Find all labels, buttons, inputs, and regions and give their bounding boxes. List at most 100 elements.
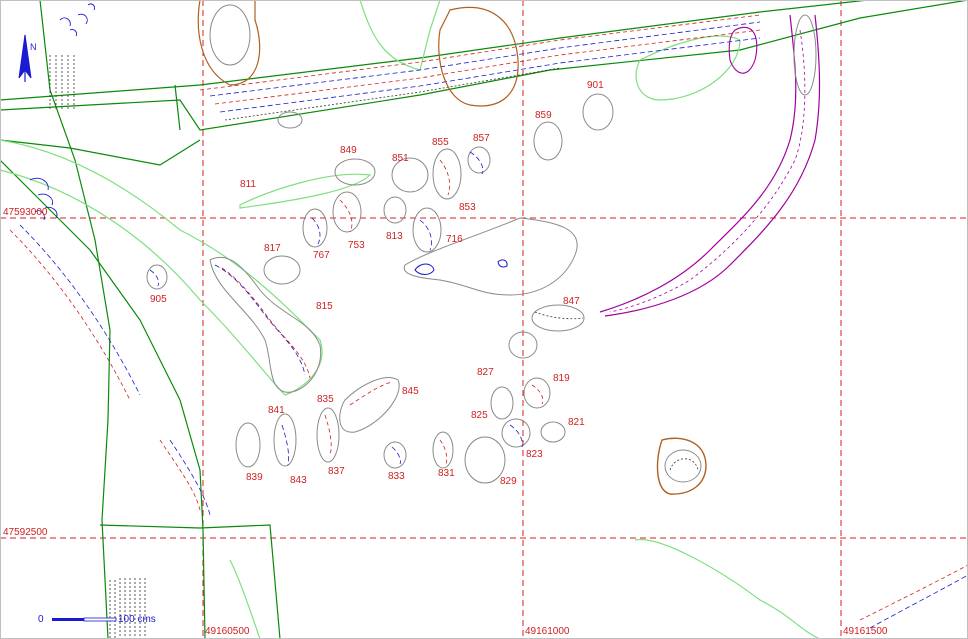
hatch-blue-se: [869, 574, 968, 629]
north-arrow-icon: N: [18, 34, 37, 82]
hatch-red-2: [214, 29, 761, 105]
feature-829-outline: [464, 436, 506, 484]
north-arrow-label: N: [30, 42, 37, 52]
feature-label-905: 905: [150, 294, 167, 305]
hatch-red-west-1: [9, 229, 131, 401]
blue-find-716b: [497, 259, 508, 268]
grid-label-y2: 47592500: [3, 527, 48, 538]
feature-label-857: 857: [473, 133, 490, 144]
hatch-855: [439, 159, 450, 196]
feature-849-outline: [334, 158, 376, 186]
feature-821-outline: [540, 421, 566, 443]
hatch-blue-2: [219, 37, 761, 113]
hatch-815-red: [221, 267, 311, 379]
feature-label-767: 767: [313, 250, 330, 261]
hatch-835: [324, 414, 332, 456]
hatch-823: [509, 424, 523, 448]
hatch-blue-west-1: [19, 224, 141, 396]
scale-bar: 0 100 cms: [38, 614, 156, 625]
feature-label-823: 823: [526, 449, 543, 460]
feature-label-831: 831: [438, 468, 455, 479]
hatch-831: [439, 439, 448, 465]
hatch-841: [281, 424, 290, 466]
hatch-753: [339, 199, 353, 233]
grid-label-x1: 49160500: [205, 626, 250, 637]
brown-outline-top-left: [197, 0, 261, 86]
grid-coordinate-labels: 49160500 49161000 49161500 47593000 4759…: [3, 207, 888, 637]
hatch-blue-west-2: [169, 439, 211, 516]
feature-label-815: 815: [316, 301, 333, 312]
ditch-edge-b: [604, 14, 821, 317]
feature-839-outline: [235, 422, 261, 468]
ditch-hatch: [609, 29, 806, 313]
trench-cross-line: [0, 139, 201, 166]
feature-label-845: 845: [402, 386, 419, 397]
feature-813-outline: [383, 196, 407, 224]
feature-label-716: 716: [446, 234, 463, 245]
hatch-833: [391, 446, 401, 465]
feature-819-outline: [523, 377, 551, 409]
scale-bar-end-label: 100 cms: [118, 614, 156, 625]
blue-find-716: [414, 263, 435, 275]
feature-label-901: 901: [587, 80, 604, 91]
ditch-edge-a: [599, 14, 797, 313]
feature-label-853: 853: [459, 202, 476, 213]
feature-label-811: 811: [240, 179, 256, 190]
blue-finds-cluster-nw: [59, 3, 95, 37]
hatch-se: [669, 458, 699, 471]
trench-edge-lower: [0, 0, 968, 131]
hatch-845: [349, 381, 393, 406]
hatch-819: [531, 384, 544, 405]
scale-bar-start-label: 0: [38, 614, 44, 625]
hatch-red-1: [199, 14, 761, 91]
feature-label-753: 753: [348, 240, 365, 251]
feature-823-outline: [501, 418, 531, 448]
feature-label-841: 841: [268, 405, 285, 416]
feature-716-outline: [403, 217, 578, 296]
feature-label-837: 837: [328, 466, 345, 477]
trench-hatching: [9, 14, 968, 639]
feature-716a-outline: [412, 207, 442, 253]
green-outline-811: [239, 173, 372, 209]
hatch-black-south: [109, 578, 146, 639]
feature-label-813: 813: [386, 231, 403, 242]
feature-859-outline: [533, 121, 563, 161]
feature-845-outline: [339, 377, 400, 433]
hatch-red-se: [859, 564, 968, 621]
hatch-767: [311, 217, 321, 245]
trench-stub: [174, 84, 181, 131]
feature-901-outline: [582, 93, 614, 131]
feature-label-817: 817: [264, 243, 281, 254]
scale-bar-segment-b: [83, 617, 117, 622]
grid-label-x2: 49161000: [525, 626, 570, 637]
feature-label-821: 821: [568, 417, 585, 428]
feature-top-left-inner: [209, 4, 251, 66]
feature-label-851: 851: [392, 153, 409, 164]
green-outline-815: [0, 139, 323, 396]
feature-831-outline: [432, 431, 454, 469]
grid-label-y1: 47593000: [3, 207, 48, 218]
feature-817-outline: [263, 255, 301, 285]
feature-827-outline: [490, 386, 514, 420]
hatch-716a: [419, 219, 432, 251]
hatch-857: [469, 151, 484, 175]
map-frame: [0, 0, 968, 639]
site-plan-map[interactable]: 901 859 857 855 851 849 811 853 813 716 …: [0, 0, 968, 639]
feature-833-outline: [383, 441, 407, 469]
feature-label-847: 847: [563, 296, 580, 307]
feature-labels: 901 859 857 855 851 849 811 853 813 716 …: [150, 80, 604, 487]
feature-label-829: 829: [500, 476, 517, 487]
green-outline-south: [634, 538, 821, 639]
hatch-847: [534, 311, 584, 320]
feature-label-855: 855: [432, 137, 449, 148]
feature-855-outline: [432, 148, 462, 200]
feature-label-827: 827: [477, 367, 494, 378]
feature-753-outline: [332, 191, 362, 233]
feature-se-inner-outline: [664, 449, 702, 483]
feature-label-825: 825: [471, 410, 488, 421]
purple-ditch: [599, 14, 821, 317]
feature-847-outline: [531, 304, 585, 332]
green-outline-901: [635, 35, 741, 101]
feature-outlines-green: [0, 0, 821, 639]
scale-bar-segment-a: [52, 618, 84, 621]
